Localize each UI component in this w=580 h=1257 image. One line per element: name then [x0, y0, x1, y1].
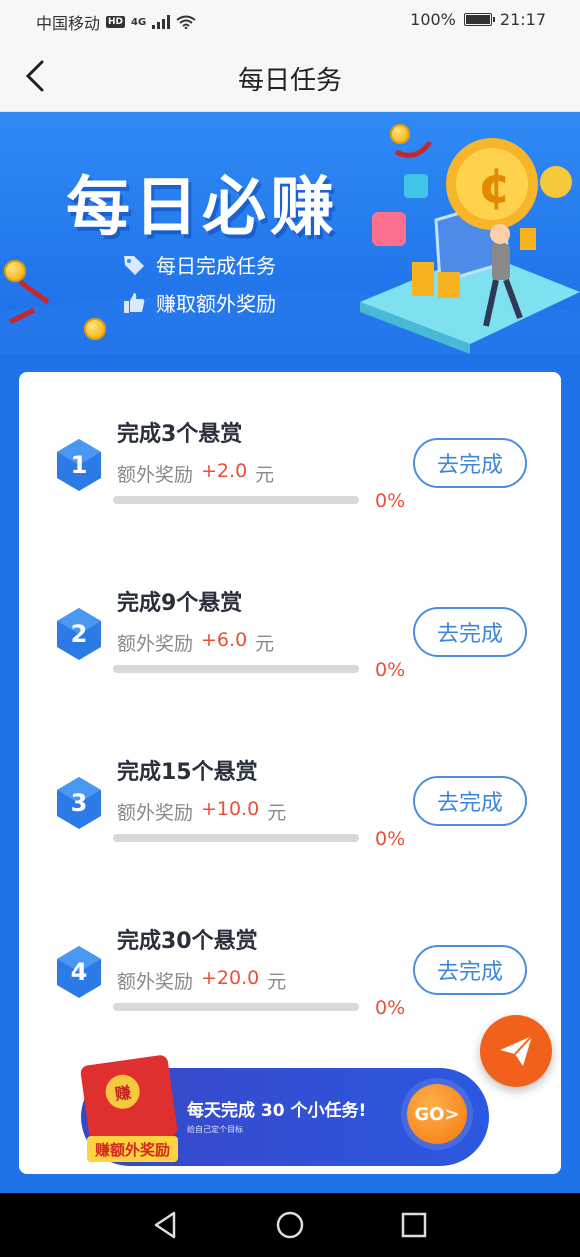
reward-amount: +6.0	[201, 629, 248, 651]
progress-bar	[113, 1003, 359, 1011]
task-row: 4 完成30个悬赏 额外奖励 +20.0 元 0% 去完成	[19, 879, 561, 1029]
promo-main-text: 每天完成 30 个小任务!	[187, 1101, 367, 1121]
battery-icon	[463, 13, 495, 26]
progress-percent: 0%	[375, 490, 406, 512]
task-reward: 额外奖励 +20.0 元	[117, 967, 286, 994]
coin-decoration	[4, 260, 26, 282]
page-title: 每日任务	[237, 66, 342, 96]
reward-amount: +10.0	[201, 798, 260, 820]
go-complete-button[interactable]: 去完成	[413, 438, 527, 488]
promo-banner[interactable]: 赚 赚额外奖励 每天完成 30 个小任务! 给自己定个目标 GO>	[79, 1054, 489, 1166]
send-fab[interactable]	[480, 1015, 552, 1087]
reward-amount: +2.0	[201, 460, 248, 482]
reward-unit: 元	[255, 464, 275, 486]
svg-text:¢: ¢	[478, 158, 511, 214]
reward-unit: 元	[255, 633, 275, 655]
task-row: 1 完成3个悬赏 额外奖励 +2.0 元 0% 去完成	[19, 372, 561, 522]
reward-label: 额外奖励	[117, 633, 194, 655]
task-reward: 额外奖励 +6.0 元	[117, 629, 274, 656]
banner: ¢ 每日必赚 每日完成任务 赚取额外奖励	[0, 112, 580, 354]
system-home-button[interactable]	[274, 1209, 306, 1241]
status-bar: 中国移动 HD 4G 100% 21:17	[0, 0, 580, 40]
battery-percent: 100%	[410, 10, 456, 29]
nav-bar: 每日任务	[0, 40, 580, 112]
go-complete-button[interactable]: 去完成	[413, 776, 527, 826]
tag-icon	[124, 255, 144, 275]
reward-unit: 元	[267, 971, 287, 993]
promo-sub-text: 给自己定个目标	[187, 1125, 243, 1134]
promo-tag: 赚额外奖励	[87, 1136, 179, 1162]
reward-label: 额外奖励	[117, 802, 194, 824]
red-envelope-icon: 赚	[79, 1054, 179, 1148]
status-right: 100% 21:17	[410, 10, 546, 29]
go-complete-button[interactable]: 去完成	[413, 945, 527, 995]
reward-amount: +20.0	[201, 967, 260, 989]
progress-percent: 0%	[375, 659, 406, 681]
task-reward: 额外奖励 +2.0 元	[117, 460, 274, 487]
circle-home-icon	[276, 1211, 304, 1239]
hd-badge: HD	[106, 16, 126, 28]
banner-title: 每日必赚	[66, 171, 338, 245]
banner-line-tasks: 每日完成任务	[122, 250, 276, 279]
go-complete-button[interactable]: 去完成	[413, 607, 527, 657]
task-row: 2 完成9个悬赏 额外奖励 +6.0 元 0% 去完成	[19, 541, 561, 691]
signal-icon	[152, 15, 171, 29]
progress-bar	[113, 834, 359, 842]
clock: 21:17	[499, 10, 546, 29]
banner-line1-text: 每日完成任务	[156, 254, 276, 278]
banner-line-reward: 赚取额外奖励	[122, 288, 276, 317]
status-left: 中国移动 HD 4G	[36, 10, 196, 34]
task-title: 完成30个悬赏	[117, 929, 258, 954]
system-back-button[interactable]	[150, 1209, 182, 1241]
progress-bar	[113, 665, 359, 673]
task-number: 1	[70, 451, 88, 479]
progress-percent: 0%	[375, 997, 406, 1019]
thumbs-up-icon	[124, 292, 145, 313]
task-number: 4	[70, 958, 88, 986]
carrier-name: 中国移动	[36, 14, 101, 33]
task-title: 完成9个悬赏	[117, 591, 243, 616]
banner-line2-text: 赚取额外奖励	[156, 292, 276, 316]
paper-plane-icon	[500, 1035, 533, 1066]
square-recent-icon	[401, 1212, 427, 1238]
envelope-seal: 赚	[103, 1072, 142, 1111]
task-row: 3 完成15个悬赏 额外奖励 +10.0 元 0% 去完成	[19, 710, 561, 860]
reward-unit: 元	[267, 802, 287, 824]
reward-label: 额外奖励	[117, 464, 194, 486]
task-title: 完成15个悬赏	[117, 760, 258, 785]
system-nav-bar	[0, 1193, 580, 1257]
task-number: 3	[70, 789, 88, 817]
system-recent-button[interactable]	[398, 1209, 430, 1241]
coin-decoration	[390, 124, 410, 144]
network-type: 4G	[131, 16, 147, 28]
promo-go-button[interactable]: GO>	[407, 1084, 467, 1144]
task-number: 2	[70, 620, 88, 648]
progress-bar	[113, 496, 359, 504]
triangle-back-icon	[154, 1211, 176, 1239]
reward-label: 额外奖励	[117, 971, 194, 993]
coin-decoration	[84, 318, 106, 340]
progress-percent: 0%	[375, 828, 406, 850]
wifi-icon	[176, 15, 196, 29]
battery-fill	[465, 15, 490, 24]
task-reward: 额外奖励 +10.0 元	[117, 798, 286, 825]
task-title: 完成3个悬赏	[117, 422, 243, 447]
